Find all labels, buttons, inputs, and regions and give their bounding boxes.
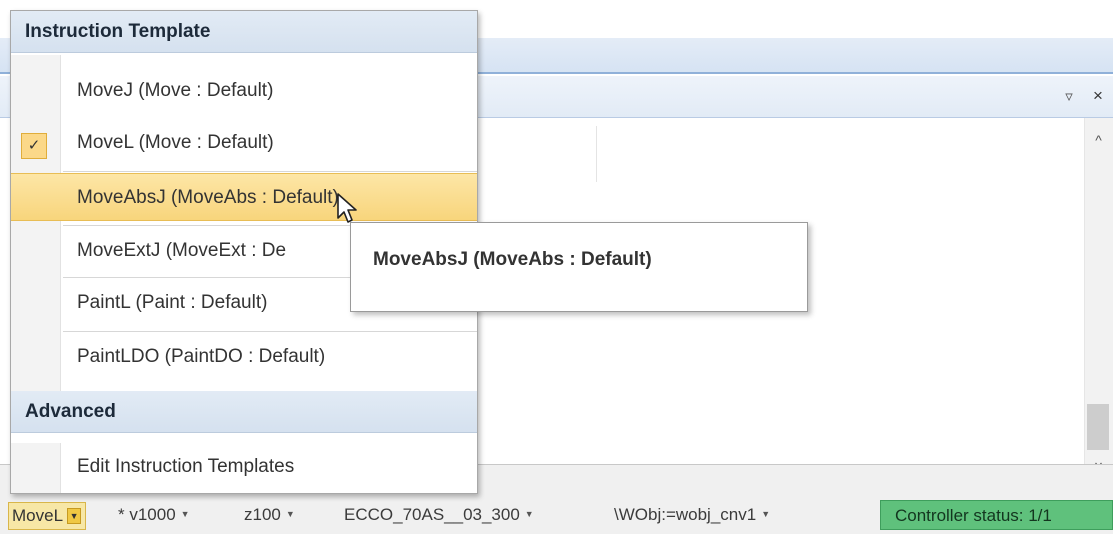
section-advanced: Advanced bbox=[11, 391, 477, 433]
speed-argument[interactable]: * v1000 ▼ bbox=[118, 505, 190, 525]
zone-argument-label: z100 bbox=[244, 505, 281, 524]
checkmark-icon: ✓ bbox=[21, 133, 47, 159]
menu-item-edit-instruction-templates[interactable]: Edit Instruction Templates bbox=[11, 443, 477, 491]
wobj-argument-label: \WObj:=wobj_cnv1 bbox=[614, 505, 757, 524]
chevron-down-icon[interactable]: ▼ bbox=[67, 508, 82, 524]
app-window: ▿ × ^ ∨ MoveL ▼ * v1000▼ z100▼ ECCO_70AS… bbox=[0, 0, 1113, 534]
instruction-label: MoveL bbox=[12, 506, 64, 525]
menu-separator bbox=[63, 171, 477, 172]
menu-separator bbox=[63, 331, 477, 332]
zone-argument[interactable]: z100 ▼ bbox=[244, 505, 295, 525]
chevron-down-icon[interactable]: ▼ bbox=[525, 509, 534, 519]
scroll-thumb[interactable] bbox=[1087, 404, 1109, 450]
menu-item-moveabsj[interactable]: MoveAbsJ (MoveAbs : Default) bbox=[11, 173, 477, 221]
tooltip: MoveAbsJ (MoveAbs : Default) bbox=[350, 222, 808, 312]
editor-divider bbox=[596, 126, 597, 182]
pin-dropdown-icon[interactable]: ▿ bbox=[1061, 88, 1077, 106]
chevron-down-icon[interactable]: ▼ bbox=[286, 509, 295, 519]
controller-status[interactable]: Controller status: 1/1 bbox=[880, 500, 1113, 530]
scroll-up-icon[interactable]: ^ bbox=[1084, 130, 1113, 150]
mouse-cursor-icon bbox=[337, 193, 357, 223]
tool-argument-label: ECCO_70AS__03_300 bbox=[344, 505, 520, 524]
close-icon[interactable]: × bbox=[1090, 87, 1106, 105]
instruction-dropdown[interactable]: MoveL ▼ bbox=[8, 502, 87, 530]
wobj-argument[interactable]: \WObj:=wobj_cnv1 ▼ bbox=[614, 505, 770, 525]
speed-argument-label: * v1000 bbox=[118, 505, 176, 524]
menu-item-movel[interactable]: MoveL (Move : Default) bbox=[11, 119, 477, 167]
menu-item-movej[interactable]: MoveJ (Move : Default) bbox=[11, 67, 477, 115]
chevron-down-icon[interactable]: ▼ bbox=[181, 509, 190, 519]
chevron-down-icon[interactable]: ▼ bbox=[761, 509, 770, 519]
menu-item-paintldo[interactable]: PaintLDO (PaintDO : Default) bbox=[11, 333, 477, 381]
section-instruction-template: Instruction Template bbox=[11, 11, 477, 53]
tool-argument[interactable]: ECCO_70AS__03_300 ▼ bbox=[344, 505, 534, 525]
